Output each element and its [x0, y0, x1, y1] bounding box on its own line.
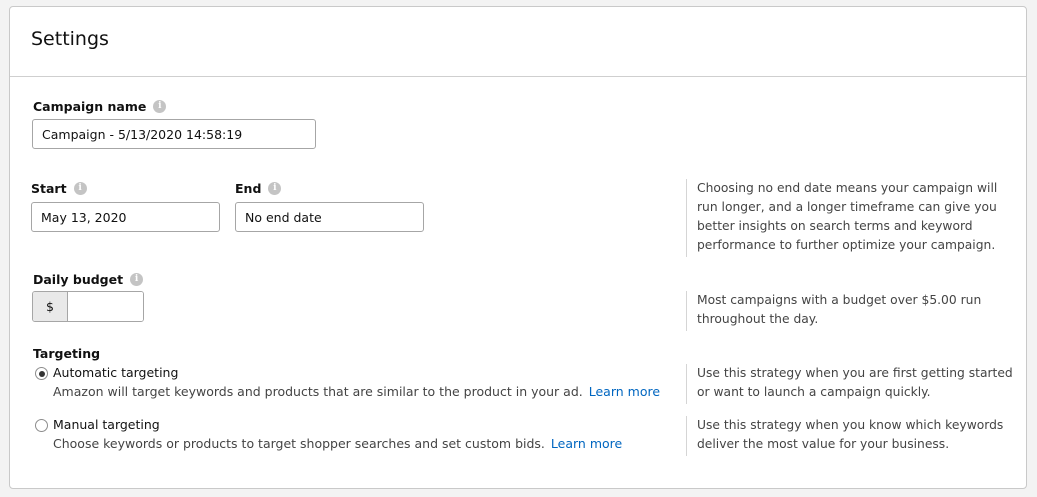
- daily-budget-input[interactable]: [68, 292, 143, 321]
- daily-budget-field[interactable]: $: [32, 291, 144, 322]
- manual-learn-more-link[interactable]: Learn more: [551, 436, 622, 451]
- start-date-input[interactable]: May 13, 2020: [31, 202, 220, 232]
- manual-targeting-label[interactable]: Manual targeting: [53, 417, 160, 432]
- automatic-targeting-description-text: Amazon will target keywords and products…: [53, 384, 583, 399]
- end-date-help: Choosing no end date means your campaign…: [686, 179, 1016, 257]
- end-label-text: End: [235, 181, 262, 196]
- settings-panel: Settings Campaign name i Campaign - 5/13…: [9, 6, 1027, 489]
- campaign-name-label-text: Campaign name: [33, 99, 147, 114]
- end-date-input[interactable]: No end date: [235, 202, 424, 232]
- manual-targeting-description-text: Choose keywords or products to target sh…: [53, 436, 545, 451]
- daily-budget-help: Most campaigns with a budget over $5.00 …: [686, 291, 1016, 331]
- manual-targeting-help: Use this strategy when you know which ke…: [686, 416, 1016, 456]
- settings-title: Settings: [31, 28, 109, 50]
- info-icon[interactable]: i: [73, 182, 87, 195]
- campaign-name-input[interactable]: Campaign - 5/13/2020 14:58:19: [32, 119, 316, 149]
- daily-budget-label: Daily budget i: [33, 272, 144, 287]
- settings-header: Settings: [10, 7, 1026, 77]
- automatic-targeting-help: Use this strategy when you are first get…: [686, 364, 1016, 404]
- start-label-text: Start: [31, 181, 67, 196]
- currency-prefix: $: [33, 292, 68, 321]
- manual-targeting-description: Choose keywords or products to target sh…: [53, 436, 622, 451]
- info-icon[interactable]: i: [130, 273, 144, 286]
- automatic-targeting-radio[interactable]: [35, 367, 48, 380]
- automatic-learn-more-link[interactable]: Learn more: [589, 384, 660, 399]
- end-label: End i: [235, 181, 282, 196]
- campaign-name-label: Campaign name i: [33, 99, 167, 114]
- daily-budget-label-text: Daily budget: [33, 272, 124, 287]
- automatic-targeting-description: Amazon will target keywords and products…: [53, 384, 660, 399]
- info-icon[interactable]: i: [268, 182, 282, 195]
- targeting-title: Targeting: [33, 346, 101, 361]
- start-label: Start i: [31, 181, 87, 196]
- manual-targeting-radio[interactable]: [35, 419, 48, 432]
- info-icon[interactable]: i: [153, 100, 167, 113]
- automatic-targeting-label[interactable]: Automatic targeting: [53, 365, 178, 380]
